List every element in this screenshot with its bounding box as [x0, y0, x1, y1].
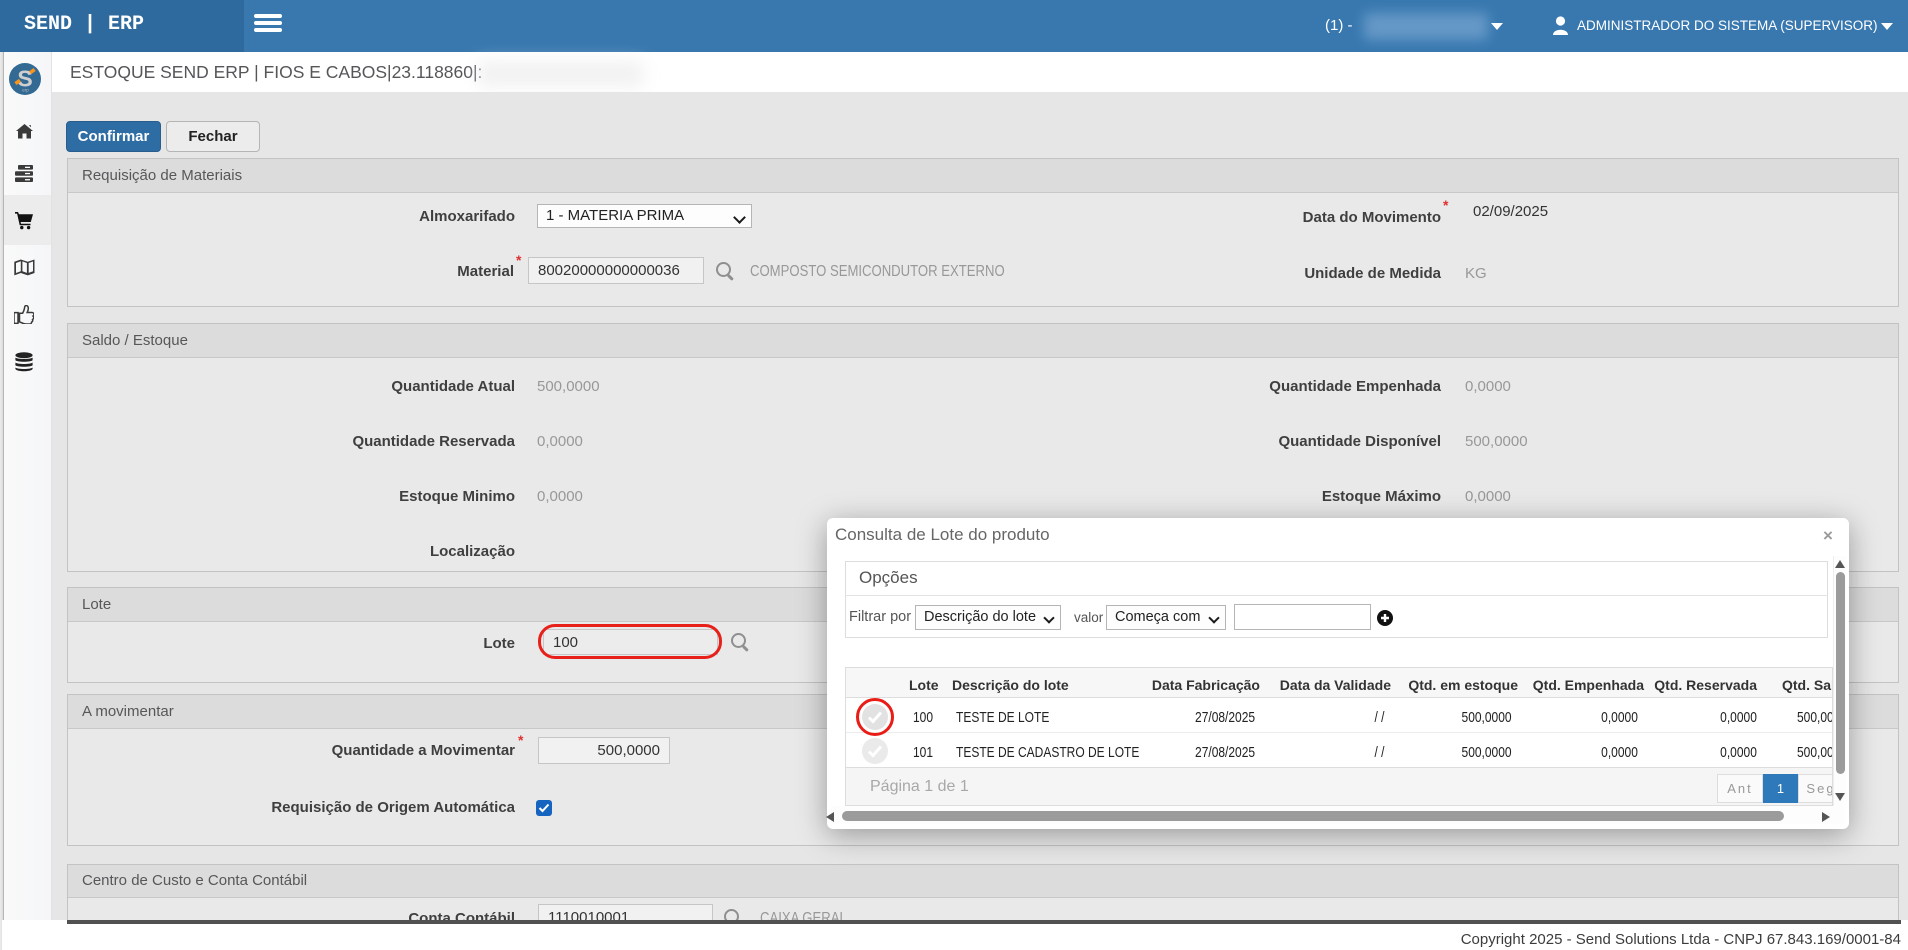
svg-text:erp: erp [22, 88, 29, 93]
